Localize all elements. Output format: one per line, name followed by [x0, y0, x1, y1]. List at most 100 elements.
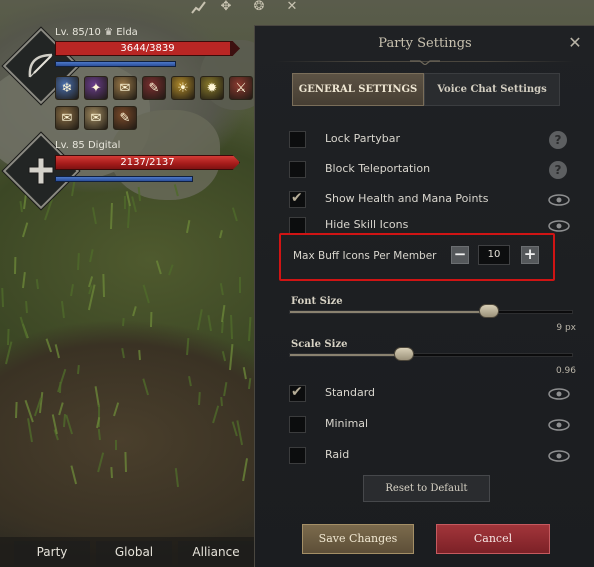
- grass-blade: [35, 278, 39, 289]
- grass-blade: [125, 190, 131, 206]
- grass-blade: [219, 283, 225, 296]
- ice-wolf-buff-icon[interactable]: ❄: [55, 76, 79, 100]
- eye-icon[interactable]: [548, 450, 570, 462]
- grass-blade: [22, 194, 27, 210]
- show-health-mana-checkbox[interactable]: [289, 190, 306, 208]
- increment-button[interactable]: +: [521, 246, 539, 264]
- grass-blade: [185, 338, 190, 356]
- grass-blade: [54, 344, 61, 359]
- grass-blade: [19, 316, 28, 338]
- grass-blade: [110, 466, 114, 479]
- grass-blade: [88, 249, 94, 263]
- party-menu-icon[interactable]: ✥: [218, 0, 234, 14]
- max-buff-icons-setting: Max Buff Icons Per Member − 10 +: [279, 233, 555, 281]
- max-buff-label: Max Buff Icons Per Member: [293, 250, 437, 262]
- raid-checkbox[interactable]: [289, 447, 306, 464]
- grass-blade: [231, 207, 238, 222]
- sword-buff-icon[interactable]: ⚔: [229, 76, 253, 100]
- letter-buff-icon[interactable]: ✉: [55, 106, 79, 130]
- grass-blade: [62, 414, 66, 428]
- save-changes-button[interactable]: Save Changes: [302, 524, 414, 554]
- font-size-slider[interactable]: [289, 304, 573, 318]
- swords-icon[interactable]: ✕: [284, 0, 300, 14]
- panel-title: Party Settings: [378, 36, 472, 51]
- grass-blade: [219, 396, 223, 406]
- help-icon[interactable]: ?: [549, 161, 567, 179]
- slider-thumb[interactable]: [479, 304, 499, 318]
- grass-blade: [91, 207, 98, 225]
- grass-blade: [102, 273, 106, 297]
- tab-voice-chat-settings[interactable]: Voice Chat Settings: [424, 73, 560, 106]
- eye-icon[interactable]: [548, 419, 570, 431]
- grass-blade: [123, 195, 126, 209]
- tab-general-settings[interactable]: GENERAL SETTINGS: [292, 73, 424, 106]
- tab-global[interactable]: Global: [96, 541, 172, 565]
- arcane-book-buff-icon[interactable]: ✦: [84, 76, 108, 100]
- slider-thumb[interactable]: [394, 347, 414, 361]
- grass-blade: [142, 284, 150, 304]
- grass-blade: [247, 377, 251, 389]
- reset-to-default-button[interactable]: Reset to Default: [363, 475, 490, 502]
- eye-icon[interactable]: [548, 220, 570, 232]
- grass-blade: [236, 419, 244, 445]
- help-icon[interactable]: ?: [549, 131, 567, 149]
- lock-partybar-checkbox[interactable]: [289, 131, 306, 148]
- grass-blade: [242, 458, 249, 482]
- grass-blade: [206, 315, 212, 332]
- sun-buff-icon[interactable]: ☀: [171, 76, 195, 100]
- grass-blade: [168, 264, 174, 276]
- grass-blade: [197, 392, 201, 406]
- option-label: Raid: [325, 448, 350, 461]
- standard-checkbox[interactable]: [289, 384, 306, 402]
- minimal-checkbox[interactable]: [289, 416, 306, 433]
- cancel-button[interactable]: Cancel: [436, 524, 550, 554]
- grass-blade: [121, 317, 125, 326]
- tome-buff-icon[interactable]: ✎: [142, 76, 166, 100]
- stats-icon[interactable]: [191, 0, 207, 14]
- grass-blade: [141, 378, 149, 396]
- hide-skill-icons-checkbox[interactable]: [289, 217, 306, 234]
- grass-blade: [132, 306, 137, 317]
- grass-blade: [65, 414, 74, 435]
- max-buff-value-input[interactable]: 10: [478, 245, 510, 265]
- group-icon[interactable]: ❂: [251, 0, 267, 14]
- font-size-label: Font Size: [291, 296, 343, 307]
- grass-blade: [222, 381, 228, 397]
- block-teleportation-checkbox[interactable]: [289, 161, 306, 178]
- grass-blade: [247, 316, 252, 341]
- grass-blade: [57, 369, 67, 393]
- parchment-buff-icon[interactable]: ✉: [84, 106, 108, 130]
- party-settings-panel: Party Settings ✕ GENERAL SETTINGS Voice …: [254, 25, 594, 567]
- close-icon[interactable]: ✕: [566, 34, 584, 52]
- grass-blade: [196, 308, 203, 330]
- grass-blade: [120, 348, 125, 359]
- scale-size-slider[interactable]: [289, 347, 573, 361]
- grass-blade: [14, 257, 17, 274]
- grass-blade: [21, 222, 29, 238]
- grass-blade: [218, 230, 223, 239]
- option-label: Hide Skill Icons: [325, 218, 409, 231]
- grass-blade: [77, 364, 81, 374]
- decrement-button[interactable]: −: [451, 246, 469, 264]
- scroll-buff-icon[interactable]: ✉: [113, 76, 137, 100]
- option-label: Block Teleportation: [325, 162, 431, 175]
- grass-blade: [96, 452, 104, 473]
- tab-party[interactable]: Party: [14, 541, 90, 565]
- grass-blade: [185, 219, 191, 233]
- book-buff-icon[interactable]: ✎: [113, 106, 137, 130]
- grass-blade: [15, 402, 18, 419]
- grass-blade: [70, 180, 76, 197]
- gold-emblem-buff-icon[interactable]: ✹: [200, 76, 224, 100]
- grass-blade: [221, 350, 226, 361]
- grass-blade: [230, 314, 234, 339]
- eye-icon[interactable]: [548, 194, 570, 206]
- eye-icon[interactable]: [548, 388, 570, 400]
- member-level: Lv. 85/10: [55, 27, 101, 38]
- grass-blade: [212, 405, 220, 424]
- option-label: Show Health and Mana Points: [325, 192, 489, 205]
- ornament-icon: [410, 60, 440, 65]
- grass-blade: [155, 260, 162, 276]
- option-label: Minimal: [325, 417, 369, 430]
- tab-alliance[interactable]: Alliance: [178, 541, 254, 565]
- slider-fill: [290, 354, 404, 356]
